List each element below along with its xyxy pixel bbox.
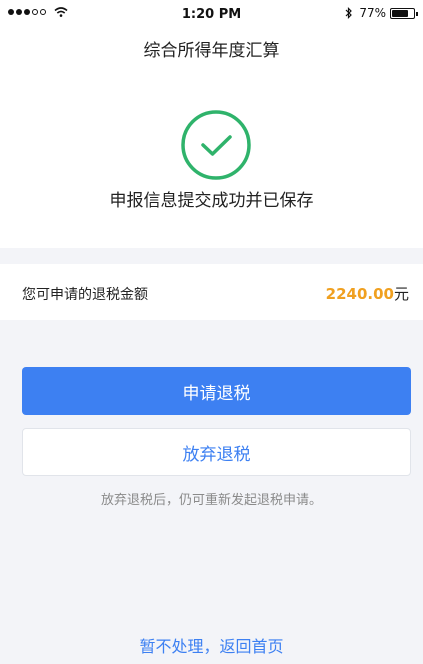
battery-icon	[390, 7, 418, 19]
refund-amount: 2240.00元	[326, 283, 409, 304]
check-circle-icon	[181, 110, 251, 180]
success-message: 申报信息提交成功并已保存	[109, 191, 314, 211]
battery-cap	[416, 11, 418, 16]
abandon-refund-button[interactable]: 放弃退税	[22, 428, 411, 476]
refund-amount-value: 2240.00	[325, 285, 394, 303]
refund-amount-unit: 元	[393, 285, 409, 303]
status-right: 77%	[345, 6, 418, 20]
battery-level	[392, 9, 408, 17]
return-home-link[interactable]: 暂不处理，返回首页	[0, 633, 423, 657]
abandon-hint: 放弃退税后，仍可重新发起退税申请。	[100, 493, 322, 508]
apply-refund-button[interactable]: 申请退税	[22, 367, 411, 415]
refund-label: 您可申请的退税金额	[22, 287, 148, 303]
bluetooth-icon	[345, 7, 353, 19]
refund-amount-row: 您可申请的退税金额 2240.00元	[0, 264, 423, 320]
battery-percent: 77%	[359, 6, 386, 20]
page-title: 综合所得年度汇算	[143, 41, 280, 61]
status-bar: 1:20 PM 77%	[0, 0, 423, 30]
